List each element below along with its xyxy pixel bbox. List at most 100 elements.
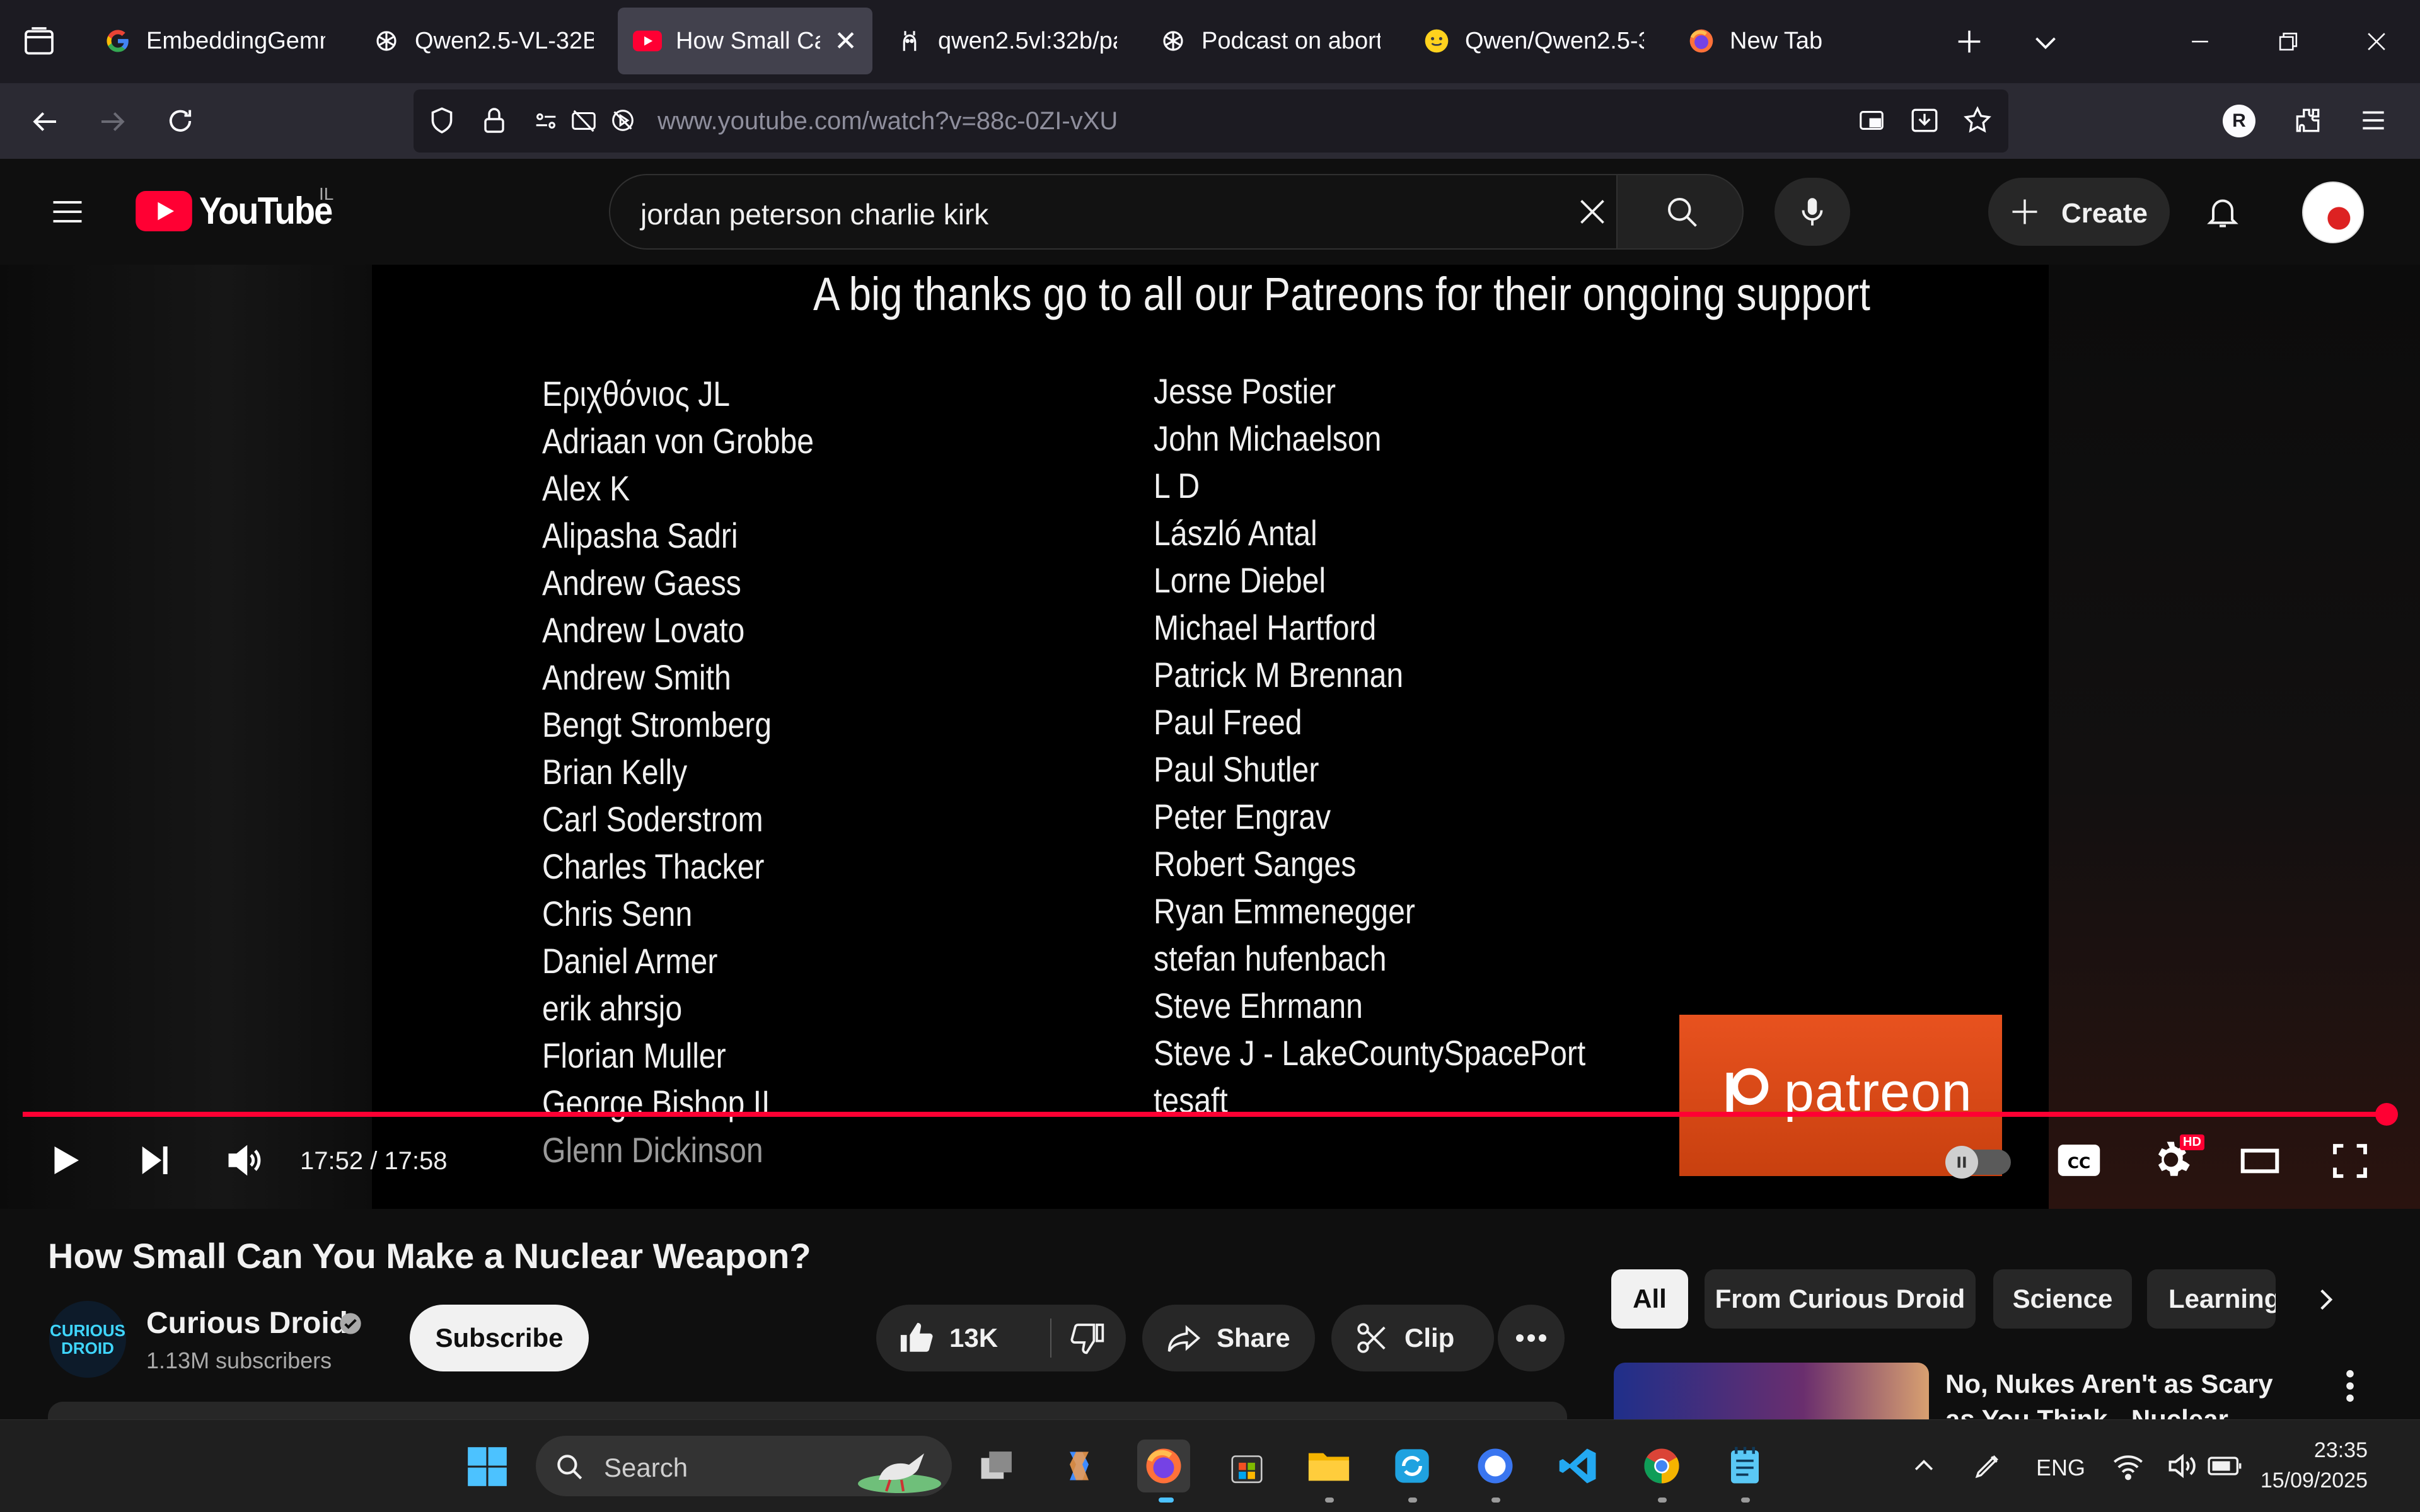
address-bar[interactable] [414,89,2008,153]
more-horizontal-icon [1516,1334,1546,1342]
search-query-text[interactable]: jordan peterson charlie kirk [640,197,988,231]
tab-label: Qwen/Qwen2.5-32 [1465,27,1644,54]
signal-messenger-icon[interactable] [1469,1440,1522,1492]
like-button[interactable]: 13K [876,1305,1050,1371]
tab-qwen25-vl[interactable]: Qwen2.5-VL-32B p [357,8,609,74]
firefox-icon [1687,26,1716,55]
show-hidden-icons-chevron-icon[interactable] [1910,1452,1938,1480]
credit-right-name: Steve J - LakeCountySpacePort [1154,1033,1586,1073]
clip-button[interactable]: Clip [1331,1305,1494,1371]
guide-menu-icon[interactable] [48,193,87,231]
account-avatar[interactable]: R [2223,105,2255,137]
recommended-video-thumbnail[interactable] [1614,1363,1929,1419]
chip-science[interactable]: Science [1993,1269,2132,1329]
restore-window-icon[interactable] [2274,28,2302,55]
tab-qwen25vl-ollama[interactable]: qwen2.5vl:32b/par [880,8,1132,74]
minimize-window-icon[interactable] [2186,28,2214,55]
openai-logo-icon [1159,26,1188,55]
forward-arrow-icon[interactable] [96,105,130,139]
bookmark-star-icon[interactable] [1962,105,1993,136]
reload-icon[interactable] [164,105,197,137]
tab-embeddinggemma[interactable]: EmbeddingGemma [88,8,340,74]
youtube-logo[interactable]: YouTube [135,189,347,233]
file-explorer-icon[interactable] [1302,1440,1355,1492]
next-video-icon[interactable] [134,1140,175,1181]
picture-in-picture-icon[interactable] [1856,106,1887,135]
time-display: 17:52 / 17:58 [300,1147,448,1175]
input-language[interactable]: ENG [2036,1455,2085,1481]
dislike-button[interactable] [1051,1305,1125,1371]
more-actions-button[interactable] [1498,1305,1565,1371]
taskbar-clock[interactable]: 23:35 [2267,1438,2368,1463]
chips-next-chevron-icon[interactable] [2310,1283,2341,1316]
volume-icon[interactable] [223,1140,265,1181]
notifications-bell-icon[interactable] [2204,192,2242,232]
taskbar-date[interactable]: 15/09/2025 [2232,1469,2368,1493]
app-menu-hamburger-icon[interactable] [2358,105,2389,136]
new-tab-plus-icon[interactable] [1953,25,1986,58]
recommended-video-title[interactable]: No, Nukes Aren't as Scary as You Think -… [1945,1366,2298,1419]
copilot-icon[interactable] [1053,1440,1106,1492]
channel-name[interactable]: Curious Droid [146,1306,348,1341]
fullscreen-icon[interactable] [2330,1141,2370,1181]
firefox-taskbar-icon[interactable] [1137,1440,1190,1492]
tab-qwen25-32[interactable]: Qwen/Qwen2.5-32 [1407,8,1659,74]
list-all-tabs-chevron-icon[interactable] [2030,26,2061,58]
credit-right-name: Ryan Emmenegger [1154,891,1415,931]
openai-logo-icon [372,26,401,55]
chip-from-channel[interactable]: From Curious Droid [1705,1269,1976,1329]
url-text[interactable]: www.youtube.com/watch?v=88c-0ZI-vXU [657,107,1118,136]
subtitles-cc-icon[interactable]: CC [2056,1141,2102,1180]
speaker-volume-icon[interactable] [2166,1451,2199,1481]
autoplay-toggle[interactable] [1945,1146,2011,1179]
clear-search-icon[interactable] [1573,193,1611,231]
close-window-icon[interactable] [2363,28,2390,55]
create-plus-icon [2008,195,2041,228]
task-view-icon[interactable] [971,1440,1024,1492]
wifi-icon[interactable] [2112,1451,2145,1481]
share-button[interactable]: Share [1142,1305,1315,1371]
tracking-protection-shield-icon[interactable] [426,105,458,136]
chrome-icon[interactable] [1635,1440,1688,1492]
sync-app-icon[interactable] [1386,1440,1439,1492]
user-avatar[interactable] [2302,182,2364,243]
chip-all[interactable]: All [1611,1269,1688,1329]
taskbar-search-placeholder: Search [604,1453,688,1482]
progress-bar[interactable] [23,1112,2385,1117]
vscode-icon[interactable] [1552,1440,1605,1492]
share-label: Share [1217,1323,1290,1353]
permissions-icon[interactable] [531,106,561,135]
subscribe-button[interactable]: Subscribe [410,1305,589,1371]
tab-how-small-can[interactable]: How Small Ca ✕ [618,8,872,74]
pen-menu-icon[interactable] [1972,1450,2003,1482]
notepad-icon[interactable] [1718,1440,1771,1492]
save-to-pocket-icon[interactable] [1909,105,1940,136]
theater-mode-icon[interactable] [2239,1142,2281,1180]
recommended-more-icon[interactable] [2344,1368,2356,1404]
credit-right-name: L D [1154,466,1200,505]
credit-left-name: Carl Soderstrom [542,799,763,839]
extensions-puzzle-icon[interactable] [2292,105,2324,136]
credit-left-name: Charles Thacker [542,846,765,886]
tab-overview-icon[interactable] [21,24,57,59]
windows-start-icon[interactable] [464,1443,511,1490]
youtube-play-logo-icon [136,190,192,231]
autoplay-blocked-icon[interactable] [608,106,638,135]
back-arrow-icon[interactable] [28,105,62,139]
channel-avatar[interactable]: CURIOUS DROID [49,1301,126,1378]
credit-left-name: Andrew Gaess [542,563,741,603]
microsoft-store-icon[interactable] [1220,1440,1273,1492]
chip-learning[interactable]: Learning [2147,1269,2276,1329]
progress-scrubber[interactable] [2375,1103,2398,1126]
credit-right-name: Jesse Postier [1154,371,1336,411]
tab-label: qwen2.5vl:32b/par [938,27,1117,54]
credit-left-name: Chris Senn [542,894,693,933]
lock-icon[interactable] [479,105,509,136]
tab-new-tab[interactable]: New Tab [1672,8,1924,74]
firefox-running-indicator [1159,1498,1174,1503]
close-tab-icon[interactable]: ✕ [834,25,857,57]
tab-podcast[interactable]: Podcast on abortic [1143,8,1396,74]
camera-blocked-icon[interactable] [569,106,599,135]
create-label: Create [2061,198,2148,229]
play-icon[interactable] [44,1138,86,1182]
